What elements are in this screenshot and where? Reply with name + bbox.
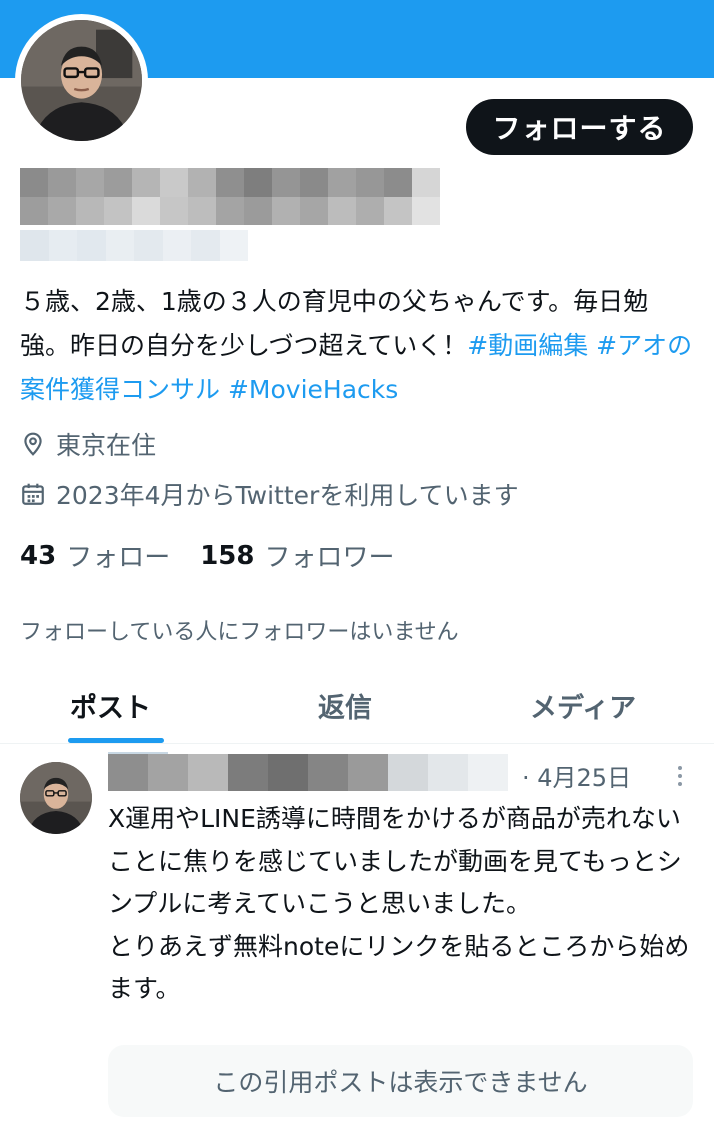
following-link[interactable]: 43 フォロー xyxy=(20,537,170,574)
active-tab-indicator xyxy=(68,738,164,743)
following-label: フォロー xyxy=(66,543,171,573)
hashtag-link[interactable]: #動画編集 xyxy=(467,331,588,360)
post-text: X運用やLINE誘導に時間をかけるが商品が売れないことに焦りを感じていましたが動… xyxy=(108,804,690,1003)
more-options-icon[interactable] xyxy=(672,764,688,788)
join-date-text: 2023年4月からTwitterを利用しています xyxy=(56,481,519,510)
mutual-followers-note: フォローしている人にフォロワーはいません xyxy=(20,620,459,645)
location-text: 東京在住 xyxy=(56,431,157,460)
avatar-photo xyxy=(20,762,92,834)
follow-button[interactable]: フォローする xyxy=(466,99,693,155)
hashtag-link[interactable]: #MovieHacks xyxy=(228,375,398,404)
profile-tabs: ポスト 返信 メディア xyxy=(0,672,714,744)
followers-link[interactable]: 158 フォロワー xyxy=(200,537,394,574)
post-author-avatar[interactable] xyxy=(20,762,92,834)
followers-count: 158 xyxy=(200,540,255,571)
profile-avatar[interactable] xyxy=(15,14,148,147)
following-count: 43 xyxy=(20,540,57,571)
follow-counts: 43 フォロー 158 フォロワー xyxy=(20,537,425,574)
quote-unavailable-box: この引用ポストは表示できません xyxy=(108,1045,693,1117)
redacted-display-name xyxy=(20,168,440,225)
quote-unavailable-text: この引用ポストは表示できません xyxy=(213,1068,588,1097)
tab-replies[interactable]: 返信 xyxy=(318,686,372,725)
profile-location: 東京在住 xyxy=(20,426,156,462)
post-date[interactable]: · 4月25日 xyxy=(522,758,631,793)
location-pin-icon xyxy=(24,432,42,456)
redacted-post-author xyxy=(108,754,508,791)
tab-media[interactable]: メディア xyxy=(530,686,636,725)
avatar-photo xyxy=(21,20,142,141)
calendar-icon xyxy=(22,483,44,505)
profile-bio: ５歳、2歳、1歳の３人の育児中の父ちゃんです。毎日勉強。昨日の自分を少しづつ超え… xyxy=(20,280,696,412)
redacted-handle xyxy=(20,230,248,261)
followers-label: フォロワー xyxy=(264,543,395,573)
profile-join-date: 2023年4月からTwitterを利用しています xyxy=(20,476,519,512)
tab-posts[interactable]: ポスト xyxy=(70,686,151,725)
